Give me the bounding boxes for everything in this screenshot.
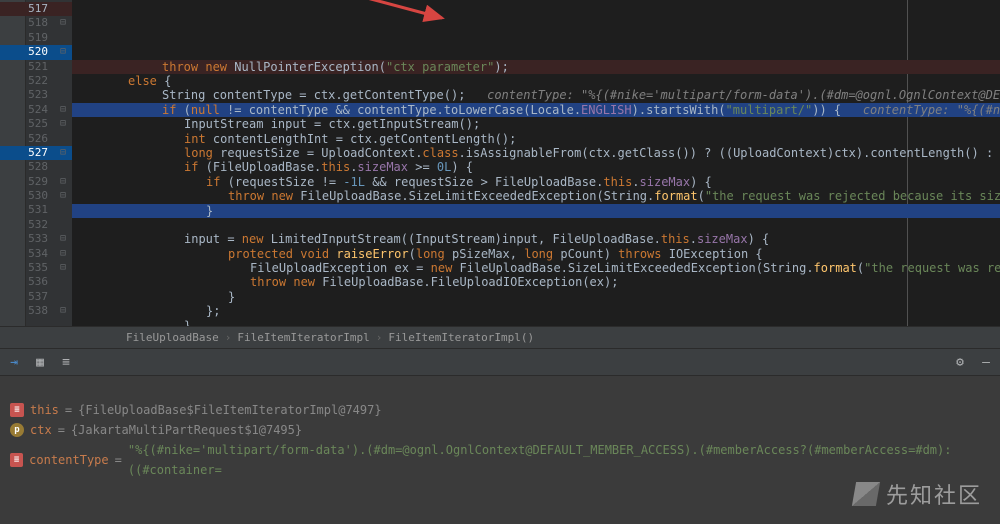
fold-toggle-icon[interactable]: ⊟ [56, 232, 70, 246]
line-number[interactable]: 530⊟ [0, 189, 72, 203]
fold-toggle-icon[interactable]: ⊟ [56, 247, 70, 261]
code-line[interactable]: }; [72, 304, 1000, 318]
fold-toggle-icon[interactable]: ⊟ [56, 117, 70, 131]
code-line[interactable]: } [72, 290, 1000, 304]
line-number[interactable]: 522 [0, 74, 72, 88]
code-line[interactable]: } [72, 319, 1000, 326]
tool-icon[interactable]: ⇥ [6, 354, 22, 370]
watermark: 先知社区 [854, 478, 982, 510]
fold-toggle-icon[interactable]: ⊟ [56, 304, 70, 318]
fold-toggle-icon[interactable]: ⊟ [56, 16, 70, 30]
breadcrumb-item[interactable]: FileItemIteratorImpl() [382, 331, 540, 344]
fold-toggle-icon[interactable]: ⊟ [56, 175, 70, 189]
code-line[interactable]: else { [72, 74, 1000, 88]
code-line[interactable]: throw new FileUploadBase.FileUploadIOExc… [72, 275, 1000, 289]
line-number[interactable]: 525⊟ [0, 117, 72, 131]
editor-pane: 517518⊟519520⊟521522523524⊟525⊟526527⊟52… [0, 0, 1000, 326]
code-line[interactable]: input = new LimitedInputStream((InputStr… [72, 232, 1000, 246]
breadcrumb-item[interactable]: FileItemIteratorImpl [231, 331, 375, 344]
variable-name: contentType [29, 450, 108, 470]
line-number[interactable]: 527⊟ [0, 146, 72, 160]
line-number[interactable]: 528 [0, 160, 72, 174]
annotation-arrow [322, 0, 452, 24]
line-number[interactable]: 531 [0, 203, 72, 217]
fold-toggle-icon[interactable]: ⊟ [56, 189, 70, 203]
code-line[interactable]: } [72, 204, 1000, 218]
object-icon: ≡ [10, 453, 23, 467]
line-number[interactable]: 534⊟ [0, 247, 72, 261]
code-line[interactable]: String contentType = ctx.getContentType(… [72, 88, 1000, 102]
line-number[interactable]: 537 [0, 290, 72, 304]
code-line[interactable]: long requestSize = UploadContext.class.i… [72, 146, 1000, 160]
watermark-logo-icon [852, 482, 880, 506]
variable-name: ctx [30, 420, 52, 440]
line-number[interactable]: 532 [0, 218, 72, 232]
variable-name: this [30, 400, 59, 420]
code-editor[interactable]: throw new NullPointerException("ctx para… [72, 0, 1000, 326]
line-number[interactable]: 524⊟ [0, 103, 72, 117]
debug-variable-row[interactable]: ≡contentType = "%{(#nike='multipart/form… [10, 440, 990, 480]
line-number[interactable]: 517 [0, 2, 72, 16]
line-number[interactable]: 518⊟ [0, 16, 72, 30]
watermark-text: 先知社区 [886, 478, 982, 510]
code-line[interactable] [72, 218, 1000, 232]
code-line[interactable]: protected void raiseError(long pSizeMax,… [72, 247, 1000, 261]
minimize-icon[interactable]: — [978, 354, 994, 370]
fold-toggle-icon[interactable]: ⊟ [56, 261, 70, 275]
param-icon: p [10, 423, 24, 437]
code-line[interactable]: int contentLengthInt = ctx.getContentLen… [72, 132, 1000, 146]
line-number[interactable]: 526 [0, 132, 72, 146]
code-line[interactable]: if (FileUploadBase.this.sizeMax >= 0L) { [72, 160, 1000, 174]
variable-value: {JakartaMultiPartRequest$1@7495} [71, 420, 302, 440]
breadcrumb-item[interactable]: FileUploadBase [120, 331, 225, 344]
code-line[interactable]: throw new FileUploadBase.SizeLimitExceed… [72, 189, 1000, 203]
line-number[interactable]: 520⊟ [0, 45, 72, 59]
line-number[interactable]: 538⊟ [0, 304, 72, 318]
line-number[interactable]: 529⊟ [0, 175, 72, 189]
line-number[interactable]: 533⊟ [0, 232, 72, 246]
line-number[interactable]: 535⊟ [0, 261, 72, 275]
line-number-gutter[interactable]: 517518⊟519520⊟521522523524⊟525⊟526527⊟52… [0, 0, 72, 326]
code-line[interactable]: throw new NullPointerException("ctx para… [72, 60, 1000, 74]
debug-toolbar: ⇥ ▦ ≡ ⚙ — [0, 348, 1000, 376]
object-icon: ≡ [10, 403, 24, 417]
fold-toggle-icon[interactable]: ⊟ [56, 45, 70, 59]
frames-icon[interactable]: ▦ [32, 354, 48, 370]
line-number[interactable]: 523 [0, 88, 72, 102]
debug-variable-row[interactable]: ≡this = {FileUploadBase$FileItemIterator… [10, 400, 990, 420]
code-line[interactable]: FileUploadException ex = new FileUploadB… [72, 261, 1000, 275]
code-line[interactable]: InputStream input = ctx.getInputStream()… [72, 117, 1000, 131]
line-number[interactable]: 521 [0, 60, 72, 74]
debug-variable-row[interactable]: pctx = {JakartaMultiPartRequest$1@7495} [10, 420, 990, 440]
fold-toggle-icon[interactable]: ⊟ [56, 146, 70, 160]
line-number[interactable]: 536 [0, 275, 72, 289]
breadcrumb: FileUploadBase › FileItemIteratorImpl › … [0, 326, 1000, 348]
chevron-right-icon: › [376, 331, 383, 344]
fold-toggle-icon[interactable]: ⊟ [56, 103, 70, 117]
chevron-right-icon: › [225, 331, 232, 344]
settings-icon[interactable]: ⚙ [952, 354, 968, 370]
variable-string-value: "%{(#nike='multipart/form-data').(#dm=@o… [128, 440, 990, 480]
variable-value: {FileUploadBase$FileItemIteratorImpl@749… [78, 400, 381, 420]
debug-variables-panel[interactable]: ≡this = {FileUploadBase$FileItemIterator… [0, 376, 1000, 524]
code-line[interactable]: if (null != contentType && contentType.t… [72, 103, 1000, 117]
code-line[interactable]: if (requestSize != -1L && requestSize > … [72, 175, 1000, 189]
menu-icon[interactable]: ≡ [58, 354, 74, 370]
line-number[interactable]: 519 [0, 31, 72, 45]
